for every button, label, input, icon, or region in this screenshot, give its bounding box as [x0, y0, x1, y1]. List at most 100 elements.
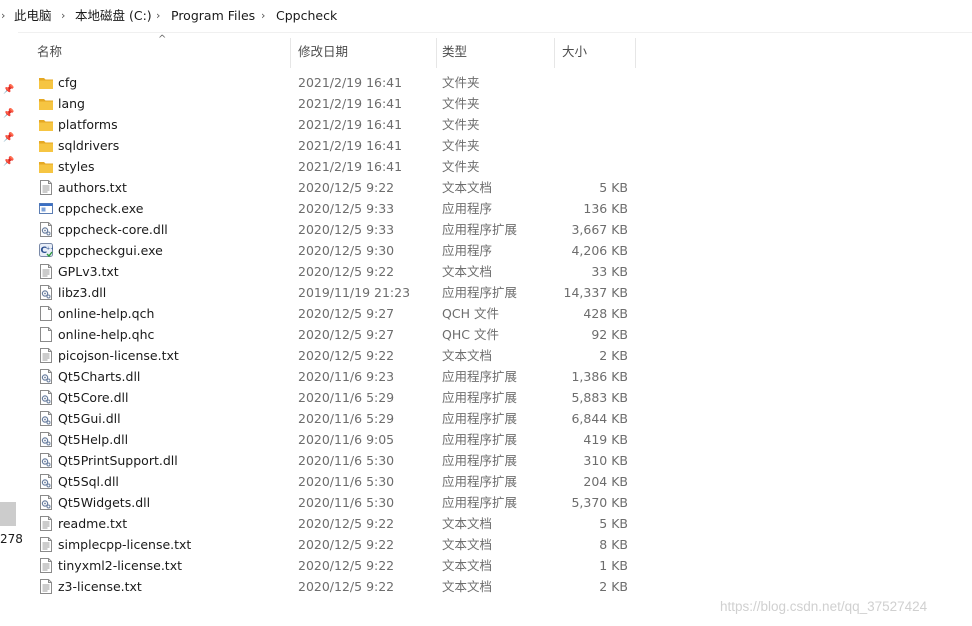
column-divider[interactable] [290, 38, 291, 68]
file-row[interactable]: tinyxml2-license.txt 2020/12/5 9:22 文本文档 1 … [0, 555, 972, 576]
file-size [555, 74, 628, 92]
file-row[interactable]: Qt5Help.dll 2020/11/6 9:05 应用程序扩展 419 KB [0, 429, 972, 450]
breadcrumb-program-files[interactable]: Program Files [171, 8, 255, 24]
file-name: cfg [58, 75, 78, 90]
file-name: tinyxml2-license.txt [58, 558, 183, 573]
file-type: QCH 文件 [442, 306, 499, 321]
file-size: 428 KB [583, 306, 628, 321]
file-row[interactable]: authors.txt 2020/12/5 9:22 文本文档 5 KB [0, 177, 972, 198]
cppcheck-gui-icon: C ++ [39, 243, 54, 258]
file-name: readme.txt [58, 516, 128, 531]
file-row[interactable]: simplecpp-license.txt 2020/12/5 9:22 文本文档 8… [0, 534, 972, 555]
file-name: Qt5Sql.dll [58, 474, 119, 489]
file-row[interactable]: Qt5Gui.dll 2020/11/6 5:29 应用程序扩展 6,844 KB [0, 408, 972, 429]
breadcrumb-local-disk[interactable]: 本地磁盘 (C:) [75, 8, 152, 24]
file-row[interactable]: sqldrivers 2021/2/19 16:41 文件夹 [0, 135, 972, 156]
file-row[interactable]: cppcheck-core.dll 2020/12/5 9:33 应用程序扩展 3,6… [0, 219, 972, 240]
dll-icon [39, 411, 53, 426]
dll-icon [39, 222, 53, 237]
file-row[interactable]: libz3.dll 2019/11/19 21:23 应用程序扩展 14,337 KB [0, 282, 972, 303]
column-divider[interactable] [436, 38, 437, 68]
file-row[interactable]: readme.txt 2020/12/5 9:22 文本文档 5 KB [0, 513, 972, 534]
file-type: 文件夹 [442, 96, 480, 111]
file-size: 5 KB [599, 180, 628, 195]
file-name: Qt5PrintSupport.dll [58, 453, 178, 468]
file-row[interactable]: GPLv3.txt 2020/12/5 9:22 文本文档 33 KB [0, 261, 972, 282]
address-bar[interactable]: › 此电脑 › 本地磁盘 (C:) › Program Files › Cppc… [0, 0, 972, 33]
file-row[interactable]: styles 2021/2/19 16:41 文件夹 [0, 156, 972, 177]
file-type: 文件夹 [442, 75, 480, 90]
folder-icon [39, 138, 53, 153]
file-modified-date: 2020/12/5 9:22 [298, 537, 395, 552]
chevron-right-icon[interactable]: › [261, 8, 265, 24]
exe-icon [39, 201, 53, 216]
column-divider[interactable] [635, 38, 636, 68]
file-modified-date: 2020/12/5 9:22 [298, 579, 395, 594]
breadcrumb-cppcheck[interactable]: Cppcheck [276, 8, 337, 24]
chevron-right-icon[interactable]: › [1, 8, 5, 24]
file-size: 419 KB [583, 432, 628, 447]
file-row[interactable]: Qt5Widgets.dll 2020/11/6 5:30 应用程序扩展 5,370 … [0, 492, 972, 513]
file-name: styles [58, 159, 95, 174]
file-type: 应用程序扩展 [442, 474, 518, 489]
file-name: simplecpp-license.txt [58, 537, 192, 552]
file-size [555, 137, 628, 155]
file-row[interactable]: lang 2021/2/19 16:41 文件夹 [0, 93, 972, 114]
file-row[interactable]: platforms 2021/2/19 16:41 文件夹 [0, 114, 972, 135]
file-size: 1 KB [599, 558, 628, 573]
file-modified-date: 2020/12/5 9:27 [298, 327, 395, 342]
file-row[interactable]: cppcheck.exe 2020/12/5 9:33 应用程序 136 KB [0, 198, 972, 219]
file-modified-date: 2020/12/5 9:22 [298, 264, 395, 279]
file-size: 2 KB [599, 579, 628, 594]
breadcrumb-this-pc[interactable]: 此电脑 [14, 8, 52, 24]
file-row[interactable]: picojson-license.txt 2020/12/5 9:22 文本文档 2 … [0, 345, 972, 366]
file-name: Qt5Widgets.dll [58, 495, 151, 510]
file-row[interactable]: Qt5PrintSupport.dll 2020/11/6 5:30 应用程序扩展 3… [0, 450, 972, 471]
file-type: QHC 文件 [442, 327, 499, 342]
column-size-header[interactable]: 大小 [562, 44, 587, 60]
blank-file-icon [39, 327, 53, 342]
file-row[interactable]: Qt5Sql.dll 2020/11/6 5:30 应用程序扩展 204 KB [0, 471, 972, 492]
text-file-icon [39, 180, 53, 195]
file-type: 文本文档 [442, 180, 493, 195]
file-type: 应用程序 [442, 243, 493, 258]
file-modified-date: 2021/2/19 16:41 [298, 75, 403, 90]
file-row[interactable]: Qt5Charts.dll 2020/11/6 9:23 应用程序扩展 1,386 K… [0, 366, 972, 387]
dll-icon [39, 390, 53, 405]
chevron-right-icon[interactable]: › [156, 8, 160, 24]
file-row[interactable]: online-help.qhc 2020/12/5 9:27 QHC 文件 92 KB [0, 324, 972, 345]
column-date-header[interactable]: 修改日期 [298, 44, 348, 60]
file-modified-date: 2020/12/5 9:22 [298, 516, 395, 531]
file-modified-date: 2021/2/19 16:41 [298, 96, 403, 111]
file-size: 2 KB [599, 348, 628, 363]
file-modified-date: 2020/12/5 9:33 [298, 201, 395, 216]
file-name: online-help.qch [58, 306, 155, 321]
file-row[interactable]: C ++ cppcheckgui.exe 2020/12/5 9:30 应用程序 4,20… [0, 240, 972, 261]
file-size: 136 KB [583, 201, 628, 216]
chevron-right-icon[interactable]: › [61, 8, 65, 24]
file-name: cppcheck-core.dll [58, 222, 168, 237]
file-size: 14,337 KB [563, 285, 628, 300]
file-row[interactable]: online-help.qch 2020/12/5 9:27 QCH 文件 428 K… [0, 303, 972, 324]
file-size: 204 KB [583, 474, 628, 489]
file-type: 文本文档 [442, 537, 493, 552]
file-name: online-help.qhc [58, 327, 155, 342]
file-row[interactable]: Qt5Core.dll 2020/11/6 5:29 应用程序扩展 5,883 KB [0, 387, 972, 408]
file-type: 应用程序扩展 [442, 453, 518, 468]
file-modified-date: 2020/12/5 9:22 [298, 558, 395, 573]
file-row[interactable]: cfg 2021/2/19 16:41 文件夹 [0, 72, 972, 93]
file-modified-date: 2020/12/5 9:22 [298, 348, 395, 363]
file-type: 文本文档 [442, 348, 493, 363]
file-size: 4,206 KB [571, 243, 628, 258]
file-type: 应用程序扩展 [442, 285, 518, 300]
file-size: 5 KB [599, 516, 628, 531]
file-modified-date: 2021/2/19 16:41 [298, 117, 403, 132]
column-divider[interactable] [554, 38, 555, 68]
file-modified-date: 2020/11/6 5:30 [298, 453, 395, 468]
column-name-header[interactable]: 名称 [37, 44, 62, 60]
file-name: lang [58, 96, 85, 111]
file-name: GPLv3.txt [58, 264, 119, 279]
file-type: 应用程序 [442, 201, 493, 216]
file-row[interactable]: z3-license.txt 2020/12/5 9:22 文本文档 2 KB [0, 576, 972, 597]
column-type-header[interactable]: 类型 [442, 44, 467, 60]
